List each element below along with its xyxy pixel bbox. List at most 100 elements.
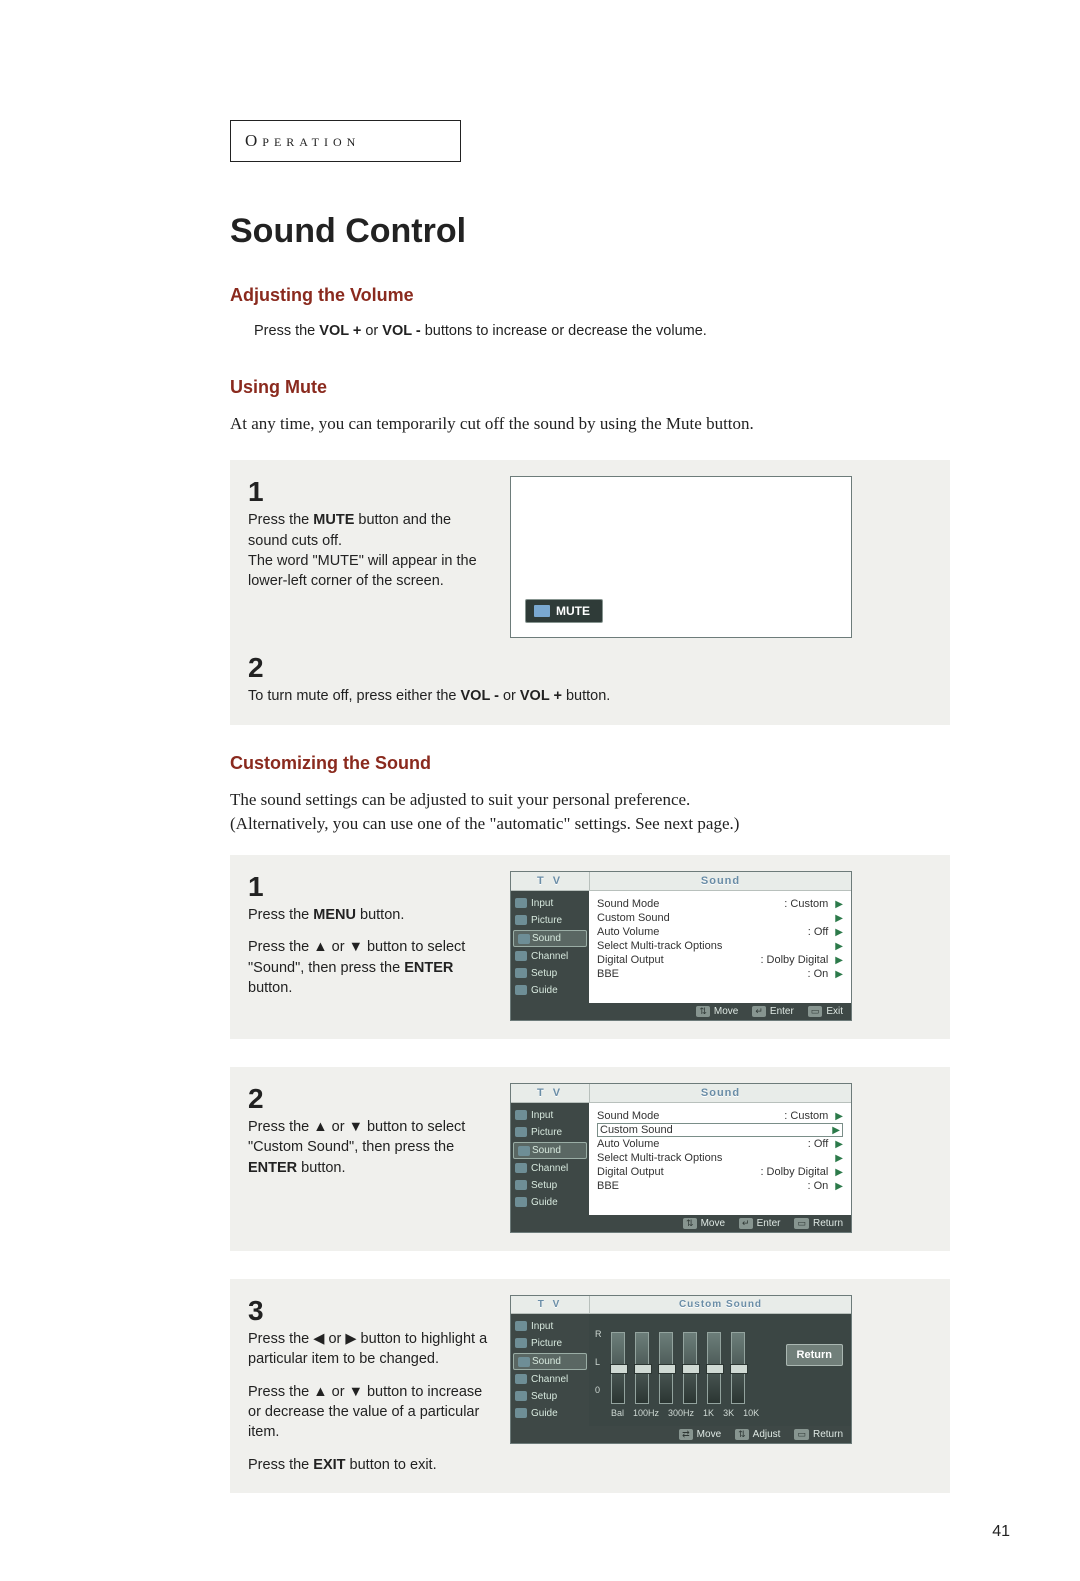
txt: Custom Sound	[600, 1124, 829, 1136]
txt: : Off	[808, 926, 833, 938]
eq-slider-1k[interactable]	[683, 1332, 697, 1404]
txt: or	[361, 323, 382, 339]
slider-thumb[interactable]	[730, 1364, 748, 1374]
mute-overlay-text: MUTE	[556, 604, 590, 618]
txt: Press the	[248, 1457, 313, 1473]
mute-step1-text: Press the MUTE button and the sound cuts…	[248, 510, 488, 591]
txt: 3K	[723, 1408, 734, 1418]
page-title: Sound Control	[230, 212, 950, 251]
eq-slider-3k[interactable]	[707, 1332, 721, 1404]
txt: : Off	[808, 1138, 833, 1150]
osd-sound-menu-1: T V Sound Input Picture Sound Channel Se…	[510, 871, 852, 1021]
txt: Press the	[248, 512, 313, 528]
txt: : On	[808, 1180, 833, 1192]
txt: button.	[248, 980, 292, 996]
mute-overlay: MUTE	[525, 599, 603, 623]
vol-minus-label: VOL -	[461, 688, 499, 704]
txt: (Alternatively, you can use one of the "…	[230, 814, 739, 833]
sidebar-item-guide[interactable]: Guide	[511, 1194, 589, 1211]
page-number: 41	[992, 1523, 1010, 1541]
osd-tv-label: T V	[511, 872, 590, 890]
eq-axis: Bal 100Hz 300Hz 1K 3K 10K	[597, 1404, 843, 1418]
sidebar-item-channel[interactable]: Channel	[511, 1371, 589, 1388]
txt: Digital Output	[597, 954, 760, 966]
sidebar-item-input[interactable]: Input	[511, 895, 589, 912]
osd-row-auto-volume[interactable]: Auto Volume: Off▶	[597, 1137, 843, 1151]
osd-row-multitrack[interactable]: Select Multi-track Options▶	[597, 1151, 843, 1165]
eq-slider-100hz[interactable]	[635, 1332, 649, 1404]
osd-sound-menu-2: T V Sound Input Picture Sound Channel Se…	[510, 1083, 852, 1233]
sidebar-item-picture[interactable]: Picture	[511, 1335, 589, 1352]
txt: Press the	[248, 907, 313, 923]
return-button[interactable]: Return	[786, 1344, 843, 1366]
slider-thumb[interactable]	[610, 1364, 628, 1374]
osd-title: Custom Sound	[590, 1296, 851, 1313]
enter-icon: ↵	[739, 1218, 753, 1229]
osd-row-digital-output[interactable]: Digital Output: Dolby Digital▶	[597, 1165, 843, 1179]
slider-thumb[interactable]	[682, 1364, 700, 1374]
sidebar-item-guide[interactable]: Guide	[511, 982, 589, 999]
txt: button.	[562, 688, 610, 704]
step-number-2: 2	[248, 652, 932, 684]
txt: Return	[813, 1218, 843, 1229]
menu-button-label: MENU	[313, 907, 356, 923]
eq-slider-bal[interactable]	[611, 1332, 625, 1404]
txt: Press the ▲ or ▼ button to select "Custo…	[248, 1119, 465, 1155]
osd-row-custom-sound[interactable]: Custom Sound▶	[597, 1123, 843, 1137]
osd-row-bbe[interactable]: BBE: On▶	[597, 967, 843, 981]
osd-tv-label: T V	[511, 1296, 590, 1313]
txt: Bal	[611, 1408, 624, 1418]
adjust-volume-text: Press the VOL + or VOL - buttons to incr…	[254, 321, 950, 341]
sidebar-item-sound[interactable]: Sound	[513, 1353, 587, 1370]
osd-row-custom-sound[interactable]: Custom Sound▶	[597, 911, 843, 925]
osd-list: Sound Mode: Custom▶ Custom Sound▶ Auto V…	[589, 1103, 851, 1215]
osd-row-multitrack[interactable]: Select Multi-track Options▶	[597, 939, 843, 953]
custom-step3-panel: 3 Press the ◀ or ▶ button to highlight a…	[230, 1279, 950, 1493]
osd-hint-move: ⇄Move	[679, 1429, 721, 1440]
eq-slider-10k[interactable]	[731, 1332, 745, 1404]
sidebar-item-sound[interactable]: Sound	[513, 930, 587, 947]
chevron-right-icon: ▶	[832, 899, 843, 910]
txt: Digital Output	[597, 1166, 760, 1178]
osd-row-sound-mode[interactable]: Sound Mode: Custom▶	[597, 1109, 843, 1123]
chevron-right-icon: ▶	[832, 955, 843, 966]
chevron-right-icon: ▶	[829, 1125, 840, 1136]
eq-slider-300hz[interactable]	[659, 1332, 673, 1404]
sidebar-item-input[interactable]: Input	[511, 1318, 589, 1335]
osd-hint-return: ▭Return	[794, 1218, 843, 1229]
step-number-3: 3	[248, 1295, 488, 1327]
vol-plus-label: VOL +	[520, 688, 562, 704]
txt: : Custom	[784, 898, 832, 910]
custom-step1-panel: 1 Press the MENU button. Press the ▲ or …	[230, 855, 950, 1039]
txt: or	[499, 688, 520, 704]
sidebar-item-picture[interactable]: Picture	[511, 1124, 589, 1141]
chevron-right-icon: ▶	[832, 1139, 843, 1150]
osd-footer: ⇅Move ↵Enter ▭Return	[511, 1215, 851, 1232]
osd-row-digital-output[interactable]: Digital Output: Dolby Digital▶	[597, 953, 843, 967]
updown-icon: ⇅	[683, 1218, 697, 1229]
return-icon: ▭	[794, 1429, 809, 1440]
eq-scale: R L 0	[595, 1320, 602, 1404]
sidebar-item-picture[interactable]: Picture	[511, 912, 589, 929]
sidebar-item-input[interactable]: Input	[511, 1107, 589, 1124]
txt: Auto Volume	[597, 1138, 808, 1150]
txt: Press the	[254, 323, 319, 339]
sidebar-item-sound[interactable]: Sound	[513, 1142, 587, 1159]
txt: 10K	[743, 1408, 759, 1418]
sidebar-item-channel[interactable]: Channel	[511, 1160, 589, 1177]
osd-row-sound-mode[interactable]: Sound Mode: Custom▶	[597, 897, 843, 911]
equalizer: R L 0	[589, 1314, 851, 1426]
osd-row-bbe[interactable]: BBE: On▶	[597, 1179, 843, 1193]
txt: Sound Mode	[597, 1110, 784, 1122]
slider-thumb[interactable]	[706, 1364, 724, 1374]
sidebar-item-setup[interactable]: Setup	[511, 1177, 589, 1194]
exit-button-label: EXIT	[313, 1457, 345, 1473]
screenshot-mute: MUTE	[510, 476, 852, 638]
sidebar-item-guide[interactable]: Guide	[511, 1405, 589, 1422]
osd-row-auto-volume[interactable]: Auto Volume: Off▶	[597, 925, 843, 939]
slider-thumb[interactable]	[634, 1364, 652, 1374]
sidebar-item-setup[interactable]: Setup	[511, 1388, 589, 1405]
sidebar-item-channel[interactable]: Channel	[511, 948, 589, 965]
sidebar-item-setup[interactable]: Setup	[511, 965, 589, 982]
slider-thumb[interactable]	[658, 1364, 676, 1374]
